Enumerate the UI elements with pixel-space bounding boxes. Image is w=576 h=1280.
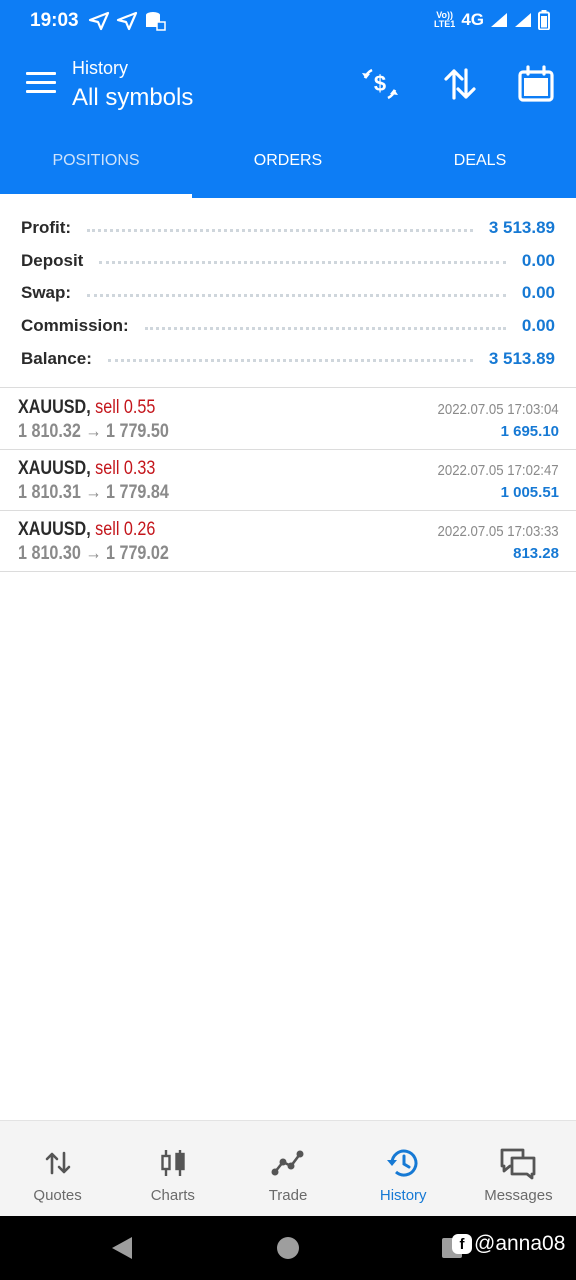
charts-icon: [161, 1150, 185, 1176]
deal-prices: 1 810.31 → 1 779.84: [18, 482, 169, 503]
summary-value: 3 513.89: [488, 218, 555, 238]
dotted-leader: [87, 228, 473, 232]
deal-symbol: XAUUSD, sell 0.33: [18, 458, 155, 480]
symbol-filter[interactable]: All symbols: [72, 84, 193, 112]
dotted-leader: [107, 359, 473, 363]
trade-icon: [271, 1150, 304, 1176]
back-icon[interactable]: [110, 1236, 134, 1260]
facebook-logo-icon: f: [452, 1234, 472, 1254]
bottom-nav: Quotes Charts Trade History Messages: [0, 1120, 576, 1216]
summary-row-deposit: Deposit 0.00: [0, 245, 576, 278]
currency-exchange-button[interactable]: $: [360, 64, 400, 104]
signal-icon: [491, 13, 507, 27]
network-type: 4G: [461, 10, 484, 29]
currency-exchange-icon: $: [362, 68, 398, 100]
summary-row-swap: Swap: 0.00: [0, 277, 576, 310]
sort-button[interactable]: [440, 64, 480, 104]
signal-icon: [515, 13, 531, 27]
watermark-handle: @anna08: [474, 1232, 566, 1255]
nav-quotes[interactable]: Quotes: [0, 1121, 115, 1216]
deal-side: sell 0.33: [95, 458, 156, 479]
telegram-icon: [116, 11, 138, 31]
svg-text:$: $: [374, 71, 386, 96]
status-bar: 19:03 Vo)) LTE1 4G: [0, 0, 576, 44]
deal-side: sell 0.55: [95, 397, 156, 418]
list-item[interactable]: XAUUSD, sell 0.55 1 810.32 → 1 779.50 20…: [0, 389, 576, 450]
nav-history[interactable]: History: [346, 1121, 461, 1216]
summary-value: 0.00: [521, 283, 555, 303]
watermark: f @anna08: [452, 1232, 565, 1256]
nav-label: Trade: [268, 1187, 308, 1204]
home-icon[interactable]: [277, 1237, 299, 1259]
tab-positions[interactable]: POSITIONS: [0, 126, 192, 198]
summary-value: 0.00: [521, 316, 555, 336]
summary-row-commission: Commission: 0.00: [0, 310, 576, 343]
dotted-leader: [87, 293, 506, 297]
sort-icon: [444, 68, 476, 100]
status-time: 19:03: [30, 10, 79, 31]
deal-prices: 1 810.30 → 1 779.02: [18, 543, 169, 564]
telegram-icon: [88, 11, 110, 31]
tab-deals[interactable]: DEALS: [384, 126, 576, 198]
nav-messages[interactable]: Messages: [461, 1121, 576, 1216]
status-right: Vo)) LTE1 4G: [434, 10, 550, 30]
nav-label: History: [379, 1187, 427, 1204]
deal-profit: 1 005.51: [500, 484, 559, 501]
summary-label: Swap:: [21, 283, 72, 303]
summary-label: Balance:: [21, 348, 92, 368]
tab-orders[interactable]: ORDERS: [192, 126, 384, 198]
summary-panel: Profit: 3 513.89 Deposit 0.00 Swap: 0.00…: [0, 198, 576, 388]
list-item[interactable]: XAUUSD, sell 0.33 1 810.31 → 1 779.84 20…: [0, 450, 576, 511]
symbol-name: XAUUSD,: [18, 519, 91, 540]
volte-indicator: Vo)) LTE1: [433, 10, 456, 29]
page-title: History: [72, 58, 129, 78]
deal-time: 2022.07.05 17:03:33: [437, 523, 559, 540]
quotes-icon: [45, 1151, 70, 1175]
history-icon: [387, 1149, 418, 1177]
deal-profit: 813.28: [513, 545, 559, 562]
tab-bar: POSITIONS ORDERS DEALS: [0, 126, 576, 198]
battery-icon: [538, 10, 550, 30]
symbol-name: XAUUSD,: [18, 397, 91, 418]
nav-label: Quotes: [33, 1187, 82, 1204]
summary-row-profit: Profit: 3 513.89: [0, 212, 576, 245]
deal-symbol: XAUUSD, sell 0.55: [18, 397, 155, 419]
app-bar: History All symbols $: [0, 44, 576, 126]
summary-label: Commission:: [21, 316, 129, 336]
nav-label: Messages: [484, 1187, 553, 1204]
nav-trade[interactable]: Trade: [230, 1121, 345, 1216]
summary-label: Deposit: [21, 250, 84, 270]
list-item[interactable]: XAUUSD, sell 0.26 1 810.30 → 1 779.02 20…: [0, 511, 576, 572]
deal-prices: 1 810.32 → 1 779.50: [18, 421, 169, 442]
deal-symbol: XAUUSD, sell 0.26: [18, 519, 155, 541]
deal-side: sell 0.26: [95, 519, 156, 540]
calendar-icon: [518, 65, 554, 102]
summary-label: Profit:: [21, 218, 72, 238]
calendar-button[interactable]: [516, 64, 556, 104]
deal-time: 2022.07.05 17:02:47: [437, 462, 559, 479]
deal-time: 2022.07.05 17:03:04: [437, 401, 559, 418]
messages-icon: [501, 1148, 536, 1180]
notification-icons: [88, 11, 166, 31]
dotted-leader: [99, 261, 506, 265]
nav-label: Charts: [150, 1187, 195, 1204]
summary-row-balance: Balance: 3 513.89: [0, 342, 576, 375]
database-icon: [146, 12, 166, 31]
deals-list: XAUUSD, sell 0.55 1 810.32 → 1 779.50 20…: [0, 389, 576, 572]
nav-charts[interactable]: Charts: [115, 1121, 230, 1216]
system-nav-bar: f @anna08: [0, 1216, 576, 1280]
deal-profit: 1 695.10: [500, 423, 559, 440]
menu-icon[interactable]: [26, 72, 56, 96]
summary-value: 3 513.89: [488, 348, 555, 368]
dotted-leader: [144, 326, 506, 330]
symbol-name: XAUUSD,: [18, 458, 91, 479]
summary-value: 0.00: [521, 250, 555, 270]
